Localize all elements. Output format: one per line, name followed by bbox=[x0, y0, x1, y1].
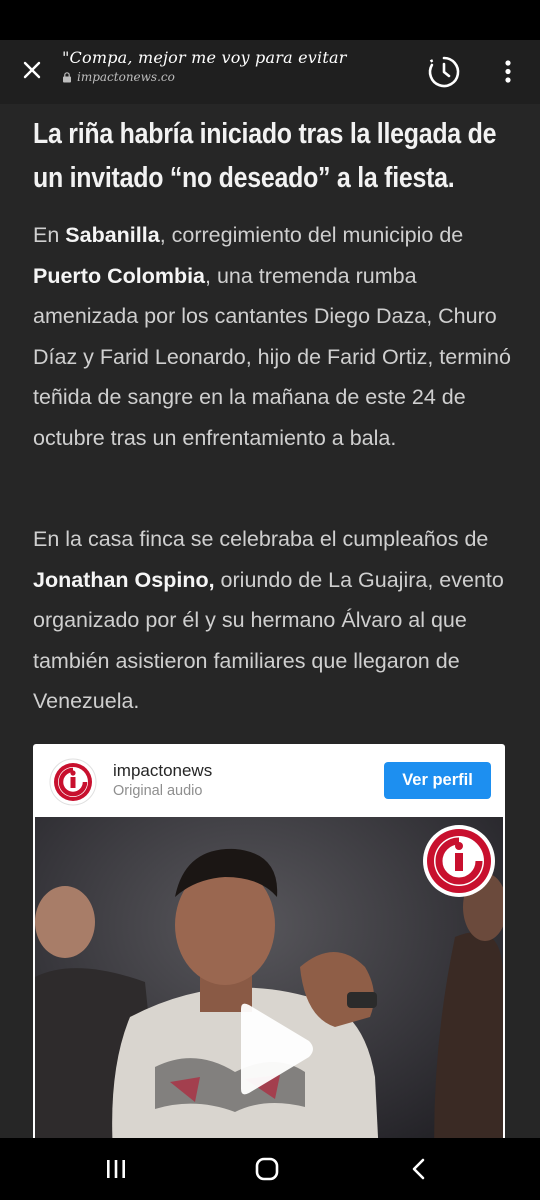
article-subheading: La riña habría iniciado tras la llegada … bbox=[33, 112, 515, 200]
play-icon[interactable] bbox=[229, 1001, 319, 1097]
close-button[interactable] bbox=[12, 50, 52, 90]
article-content: La riña habría iniciado tras la llegada … bbox=[0, 104, 540, 1138]
recent-apps-icon bbox=[107, 1160, 125, 1178]
view-profile-button[interactable]: Ver perfil bbox=[384, 762, 491, 799]
history-button[interactable] bbox=[424, 52, 464, 92]
more-options-button[interactable] bbox=[490, 52, 526, 92]
history-icon bbox=[428, 56, 460, 88]
place-name: Sabanilla bbox=[65, 223, 160, 247]
more-vert-icon bbox=[505, 60, 511, 83]
impactonews-avatar[interactable] bbox=[49, 758, 97, 806]
lock-icon bbox=[63, 71, 71, 82]
back-button[interactable] bbox=[399, 1154, 439, 1184]
home-icon bbox=[255, 1157, 279, 1181]
home-button[interactable] bbox=[247, 1154, 287, 1184]
page-url: impactonews.co bbox=[77, 70, 175, 84]
recent-apps-button[interactable] bbox=[96, 1154, 136, 1184]
video-player[interactable] bbox=[35, 817, 503, 1138]
paragraph-1: En Sabanilla, corregimiento del municipi… bbox=[33, 223, 511, 450]
paragraph-2: En la casa finca se celebraba el cumplea… bbox=[33, 527, 504, 713]
instagram-embed: impactonews Original audio Ver perfil bbox=[33, 744, 505, 1138]
person-name: Jonathan Ospino, bbox=[33, 567, 215, 592]
page-info[interactable]: "Compa, mejor me voy para evitar impacto… bbox=[62, 48, 392, 84]
close-icon bbox=[23, 61, 41, 79]
audio-label: Original audio bbox=[113, 783, 203, 799]
heading-line: un invitado “no deseado” a la fiesta. bbox=[33, 162, 455, 194]
status-bar bbox=[0, 0, 540, 40]
place-name: Puerto Colombia bbox=[33, 263, 206, 288]
embed-header: impactonews Original audio Ver perfil bbox=[33, 744, 505, 816]
account-name[interactable]: impactonews bbox=[113, 761, 212, 781]
heading-line: La riña habría iniciado tras la llegada … bbox=[33, 118, 497, 150]
back-icon bbox=[412, 1158, 425, 1180]
browser-toolbar: "Compa, mejor me voy para evitar impacto… bbox=[0, 40, 540, 104]
system-nav-bar bbox=[0, 1138, 540, 1200]
page-title: "Compa, mejor me voy para evitar bbox=[62, 48, 347, 67]
